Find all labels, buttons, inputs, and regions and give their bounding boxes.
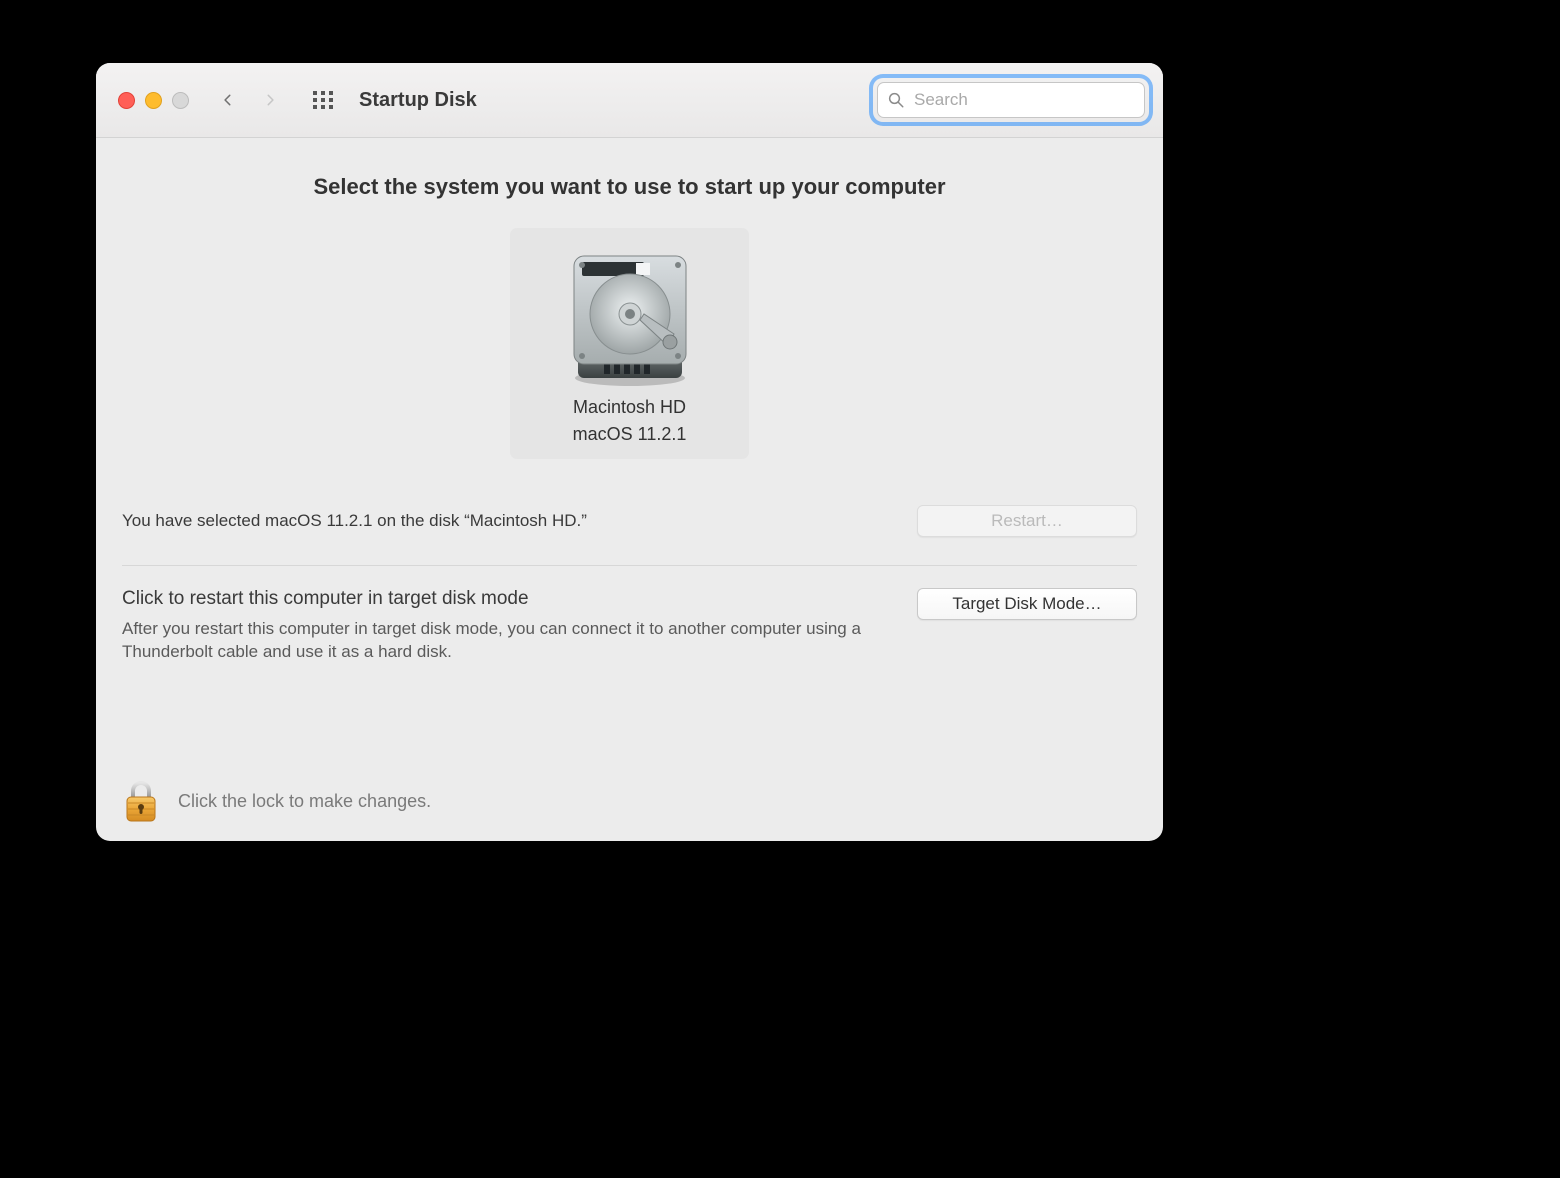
selected-status: You have selected macOS 11.2.1 on the di…: [122, 511, 587, 531]
hard-disk-icon: [560, 246, 700, 391]
disk-list: Macintosh HD macOS 11.2.1: [122, 228, 1137, 459]
lock-icon: [122, 779, 160, 823]
show-all-button[interactable]: [311, 88, 335, 112]
target-disk-mode-text-block: Click to restart this computer in target…: [122, 588, 892, 664]
titlebar: Startup Disk: [96, 63, 1163, 138]
back-button[interactable]: [221, 93, 235, 107]
close-button[interactable]: [118, 92, 135, 109]
nav-arrows: [221, 93, 277, 107]
grid-icon: [311, 88, 335, 112]
forward-button: [263, 93, 277, 107]
startup-disk-item[interactable]: Macintosh HD macOS 11.2.1: [510, 228, 749, 459]
chevron-left-icon: [221, 89, 235, 111]
zoom-button: [172, 92, 189, 109]
window-title: Startup Disk: [359, 89, 477, 112]
search-icon: [887, 91, 905, 109]
minimize-button[interactable]: [145, 92, 162, 109]
lock-button[interactable]: [122, 779, 160, 823]
target-disk-mode-title: Click to restart this computer in target…: [122, 588, 892, 610]
disk-os-version: macOS 11.2.1: [573, 424, 687, 445]
content-area: Select the system you want to use to sta…: [96, 138, 1163, 841]
preferences-window: Startup Disk Select the system you want …: [96, 63, 1163, 841]
chevron-right-icon: [263, 89, 277, 111]
divider: [122, 565, 1137, 566]
search-input[interactable]: [877, 82, 1145, 118]
status-row: You have selected macOS 11.2.1 on the di…: [122, 505, 1137, 537]
target-disk-mode-button[interactable]: Target Disk Mode…: [917, 588, 1137, 620]
target-disk-mode-description: After you restart this computer in targe…: [122, 618, 892, 664]
disk-name: Macintosh HD: [573, 397, 686, 418]
search-wrap: [877, 82, 1145, 118]
restart-button: Restart…: [917, 505, 1137, 537]
lock-message: Click the lock to make changes.: [178, 791, 431, 812]
heading: Select the system you want to use to sta…: [122, 174, 1137, 200]
target-disk-mode-row: Click to restart this computer in target…: [122, 588, 1137, 664]
lock-row: Click the lock to make changes.: [122, 733, 1137, 823]
window-controls: [118, 92, 189, 109]
